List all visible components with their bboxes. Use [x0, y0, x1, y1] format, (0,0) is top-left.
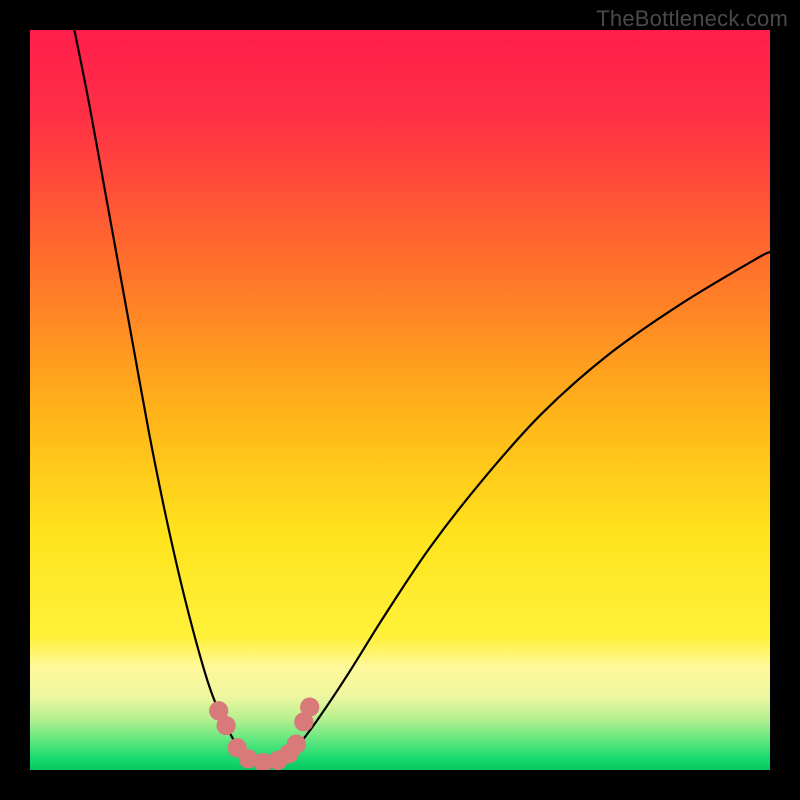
plot-area	[30, 30, 770, 770]
watermark-text: TheBottleneck.com	[596, 6, 788, 32]
series-curve-right	[282, 252, 770, 763]
chart-frame: TheBottleneck.com	[0, 0, 800, 800]
data-marker	[287, 734, 306, 753]
curves-layer	[30, 30, 770, 770]
series-curve-left	[74, 30, 252, 763]
data-marker	[300, 697, 319, 716]
data-marker	[216, 716, 235, 735]
